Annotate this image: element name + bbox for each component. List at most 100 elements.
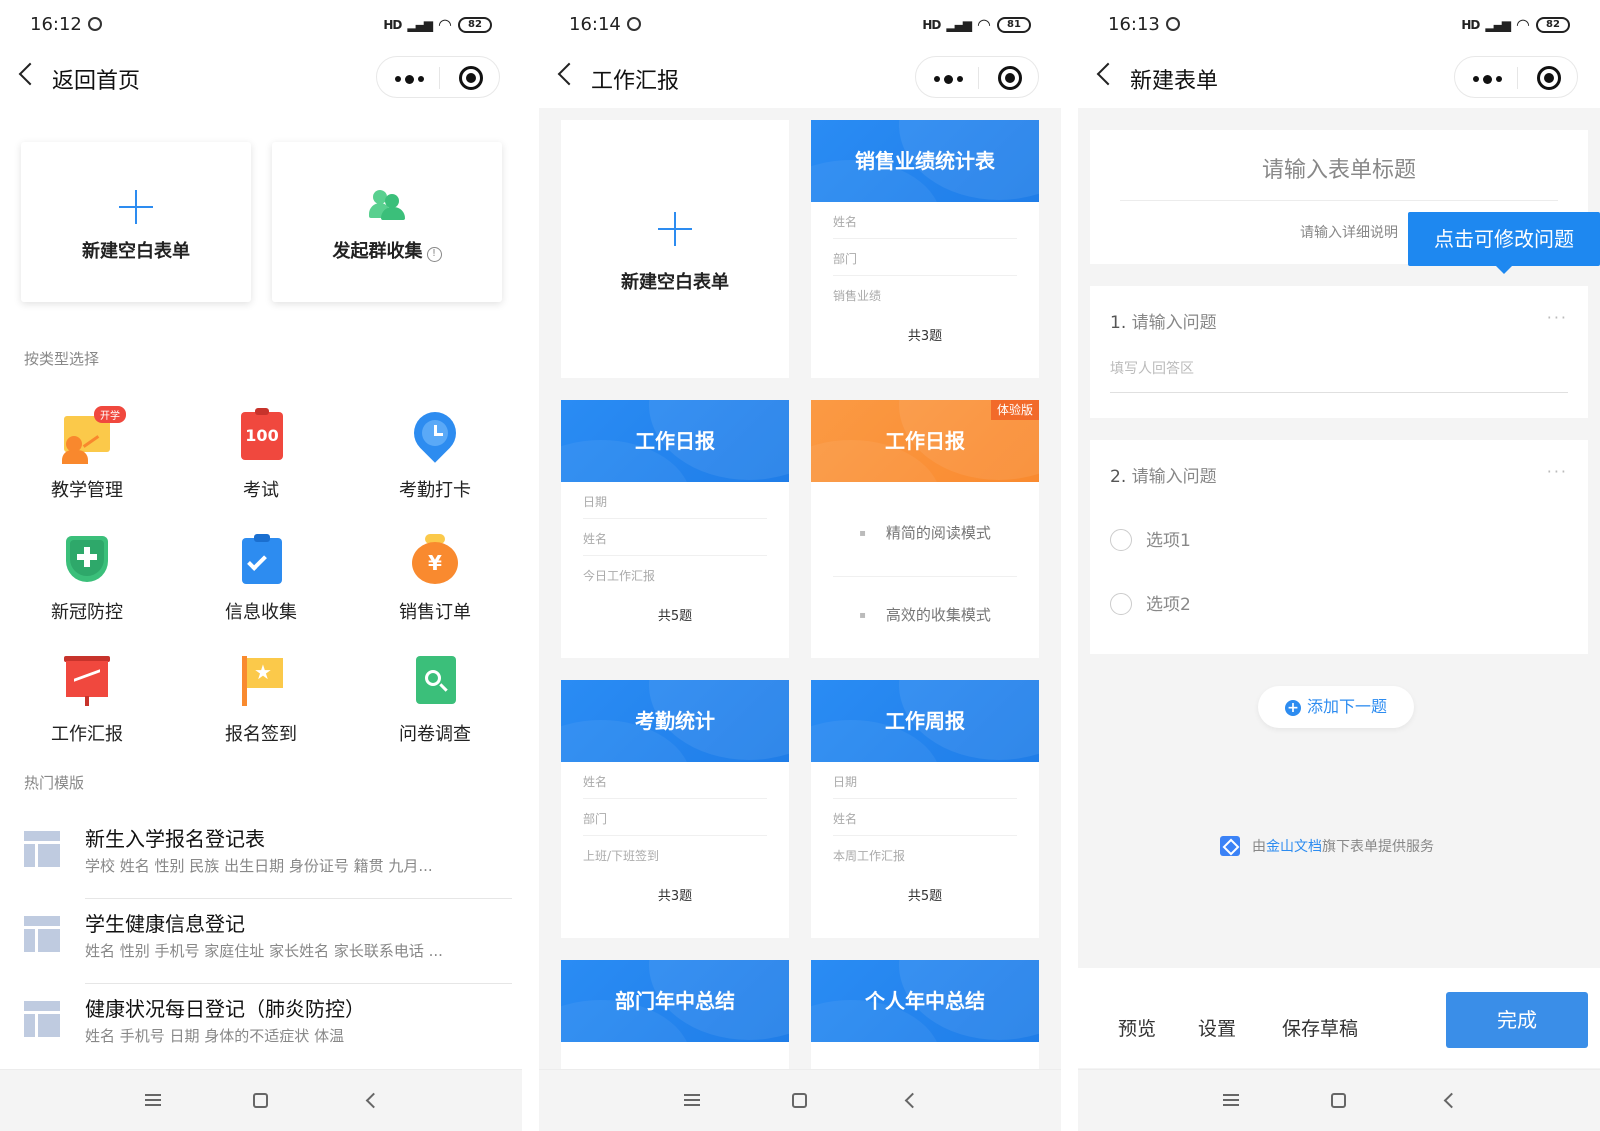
template-card-daily-trial[interactable]: 工作日报体验版 精简的阅读模式 高效的收集模式	[811, 400, 1039, 658]
mode-item: 精简的阅读模式	[811, 522, 1039, 543]
form-desc-input[interactable]: 请输入详细说明	[1300, 222, 1398, 242]
template-field: 姓名	[583, 762, 767, 799]
back-icon[interactable]	[18, 62, 42, 86]
nav-title[interactable]: 返回首页	[52, 63, 140, 95]
back-icon[interactable]	[1096, 62, 1120, 86]
add-question-button[interactable]: + 添加下一题	[1258, 686, 1414, 728]
home-panel: 16:12 HD ▂▄▆ ◠ 82 返回首页 新建空白表单 发起群收集! 按类型…	[0, 0, 522, 1131]
grid-item-attendance[interactable]: 考勤打卡	[360, 403, 510, 502]
table-icon	[24, 831, 60, 867]
grid-item-teaching[interactable]: 开学 教学管理	[12, 406, 162, 502]
system-back-icon[interactable]	[365, 1092, 382, 1109]
status-time: 16:14	[569, 14, 621, 35]
grid-item-exam[interactable]: 100 考试	[186, 408, 336, 502]
template-header: 工作日报	[561, 400, 789, 482]
status-bar: 16:12 HD ▂▄▆ ◠ 82	[0, 0, 522, 48]
plus-icon	[119, 190, 153, 224]
settings-button[interactable]: 设置	[1198, 1014, 1236, 1041]
grid-item-work-report[interactable]: 工作汇报	[12, 656, 162, 746]
close-miniapp-icon[interactable]	[998, 66, 1022, 90]
grid-item-info-collect[interactable]: 信息收集	[186, 534, 336, 624]
system-nav-bar	[539, 1069, 1061, 1131]
template-fields: 学校 姓名 性别 民族 出生日期 身份证号 籍贯 九月...	[85, 857, 433, 875]
option-item[interactable]: 选项2	[1110, 590, 1191, 615]
wifi-icon: ◠	[977, 15, 991, 34]
wps-docs-icon	[1220, 836, 1240, 856]
home-icon[interactable]	[253, 1093, 268, 1108]
template-card-weekly[interactable]: 工作周报 日期 姓名 本周工作汇报 共5题	[811, 680, 1039, 938]
system-back-icon[interactable]	[904, 1092, 921, 1109]
menu-icon[interactable]	[684, 1094, 700, 1106]
more-icon[interactable]	[1473, 75, 1502, 84]
form-title-input[interactable]: 请输入表单标题	[1090, 152, 1588, 184]
alarm-icon	[87, 17, 102, 31]
clipboard-check-icon	[236, 534, 286, 584]
template-header: 个人年中总结	[811, 960, 1039, 1042]
menu-icon[interactable]	[1223, 1094, 1239, 1106]
question-more-icon[interactable]: ···	[1547, 462, 1568, 481]
new-blank-form-card[interactable]: 新建空白表单	[561, 120, 789, 378]
close-miniapp-icon[interactable]	[1537, 66, 1561, 90]
badge-new: 开学	[94, 406, 126, 423]
more-icon[interactable]	[934, 75, 963, 84]
table-icon	[24, 1001, 60, 1037]
template-card-dept-summary[interactable]: 部门年中总结	[561, 960, 789, 1080]
grid-label: 教学管理	[51, 480, 123, 501]
battery-icon: 82	[1536, 16, 1570, 33]
template-field: 上班/下班签到	[583, 849, 660, 863]
wifi-icon: ◠	[438, 15, 452, 34]
group-collect-card[interactable]: 发起群收集!	[272, 142, 502, 302]
preview-button[interactable]: 预览	[1118, 1014, 1156, 1041]
table-icon	[24, 916, 60, 952]
done-button[interactable]: 完成	[1446, 992, 1588, 1048]
template-fields: 姓名 性别 手机号 家庭住址 家长姓名 家长联系电话 ...	[85, 942, 443, 960]
add-icon: +	[1284, 700, 1301, 716]
template-field: 今日工作汇报	[583, 569, 656, 583]
radio-icon[interactable]	[1110, 593, 1132, 615]
grid-item-covid[interactable]: 新冠防控	[12, 534, 162, 624]
template-card-sales[interactable]: 销售业绩统计表 姓名 部门 销售业绩 共3题	[811, 120, 1039, 378]
new-blank-form-card[interactable]: 新建空白表单	[21, 142, 251, 302]
home-icon[interactable]	[1331, 1093, 1346, 1108]
grid-item-sales-order[interactable]: ¥ 销售订单	[360, 534, 510, 624]
home-icon[interactable]	[792, 1093, 807, 1108]
question-count: 共3题	[657, 889, 693, 904]
wifi-icon: ◠	[1516, 15, 1530, 34]
question-label[interactable]: 请输入问题	[1132, 467, 1217, 487]
brand-link[interactable]: 金山文档	[1266, 839, 1322, 855]
template-title: 学生健康信息登记	[85, 912, 245, 936]
status-time: 16:13	[1108, 14, 1160, 35]
radio-icon[interactable]	[1110, 529, 1132, 551]
question-card-2[interactable]: 2. 请输入问题 ··· 选项1 选项2	[1090, 440, 1588, 654]
template-header: 考勤统计	[561, 680, 789, 762]
template-card-personal-summary[interactable]: 个人年中总结	[811, 960, 1039, 1080]
question-label[interactable]: 请输入问题	[1132, 313, 1217, 333]
grid-label: 工作汇报	[51, 724, 123, 745]
system-back-icon[interactable]	[1443, 1092, 1460, 1109]
exam-icon: 100	[236, 408, 286, 462]
template-item[interactable]: 健康状况每日登记（肺炎防控） 姓名 手机号 日期 身体的不适症状 体温	[22, 985, 512, 1069]
template-item[interactable]: 新生入学报名登记表 学校 姓名 性别 民族 出生日期 身份证号 籍贯 九月...	[22, 815, 512, 899]
grid-item-signup[interactable]: ★ 报名签到	[186, 656, 336, 746]
option-item[interactable]: 选项1	[1110, 526, 1191, 551]
more-icon[interactable]	[395, 75, 424, 84]
template-card-attendance[interactable]: 考勤统计 姓名 部门 上班/下班签到 共3题	[561, 680, 789, 938]
system-nav-bar	[1078, 1069, 1600, 1131]
question-more-icon[interactable]: ···	[1547, 308, 1568, 327]
close-miniapp-icon[interactable]	[459, 66, 483, 90]
question-card-1[interactable]: 1. 请输入问题 ··· 填写人回答区	[1090, 286, 1588, 418]
nav-title: 新建表单	[1130, 69, 1219, 94]
template-item[interactable]: 学生健康信息登记 姓名 性别 手机号 家庭住址 家长姓名 家长联系电话 ...	[22, 900, 512, 984]
trial-badge: 体验版	[990, 400, 1039, 420]
template-field: 姓名	[833, 202, 1017, 239]
menu-icon[interactable]	[145, 1094, 161, 1106]
info-icon[interactable]: !	[426, 247, 442, 262]
back-icon[interactable]	[557, 62, 581, 86]
status-time: 16:12	[30, 14, 82, 35]
template-card-daily[interactable]: 工作日报 日期 姓名 今日工作汇报 共5题	[561, 400, 789, 658]
system-nav-bar	[0, 1069, 522, 1131]
grid-item-survey[interactable]: 问卷调查	[360, 656, 510, 746]
signal-icon: HD	[383, 17, 402, 32]
save-draft-button[interactable]: 保存草稿	[1282, 1014, 1358, 1041]
edit-question-tooltip: 点击可修改问题	[1408, 212, 1600, 274]
